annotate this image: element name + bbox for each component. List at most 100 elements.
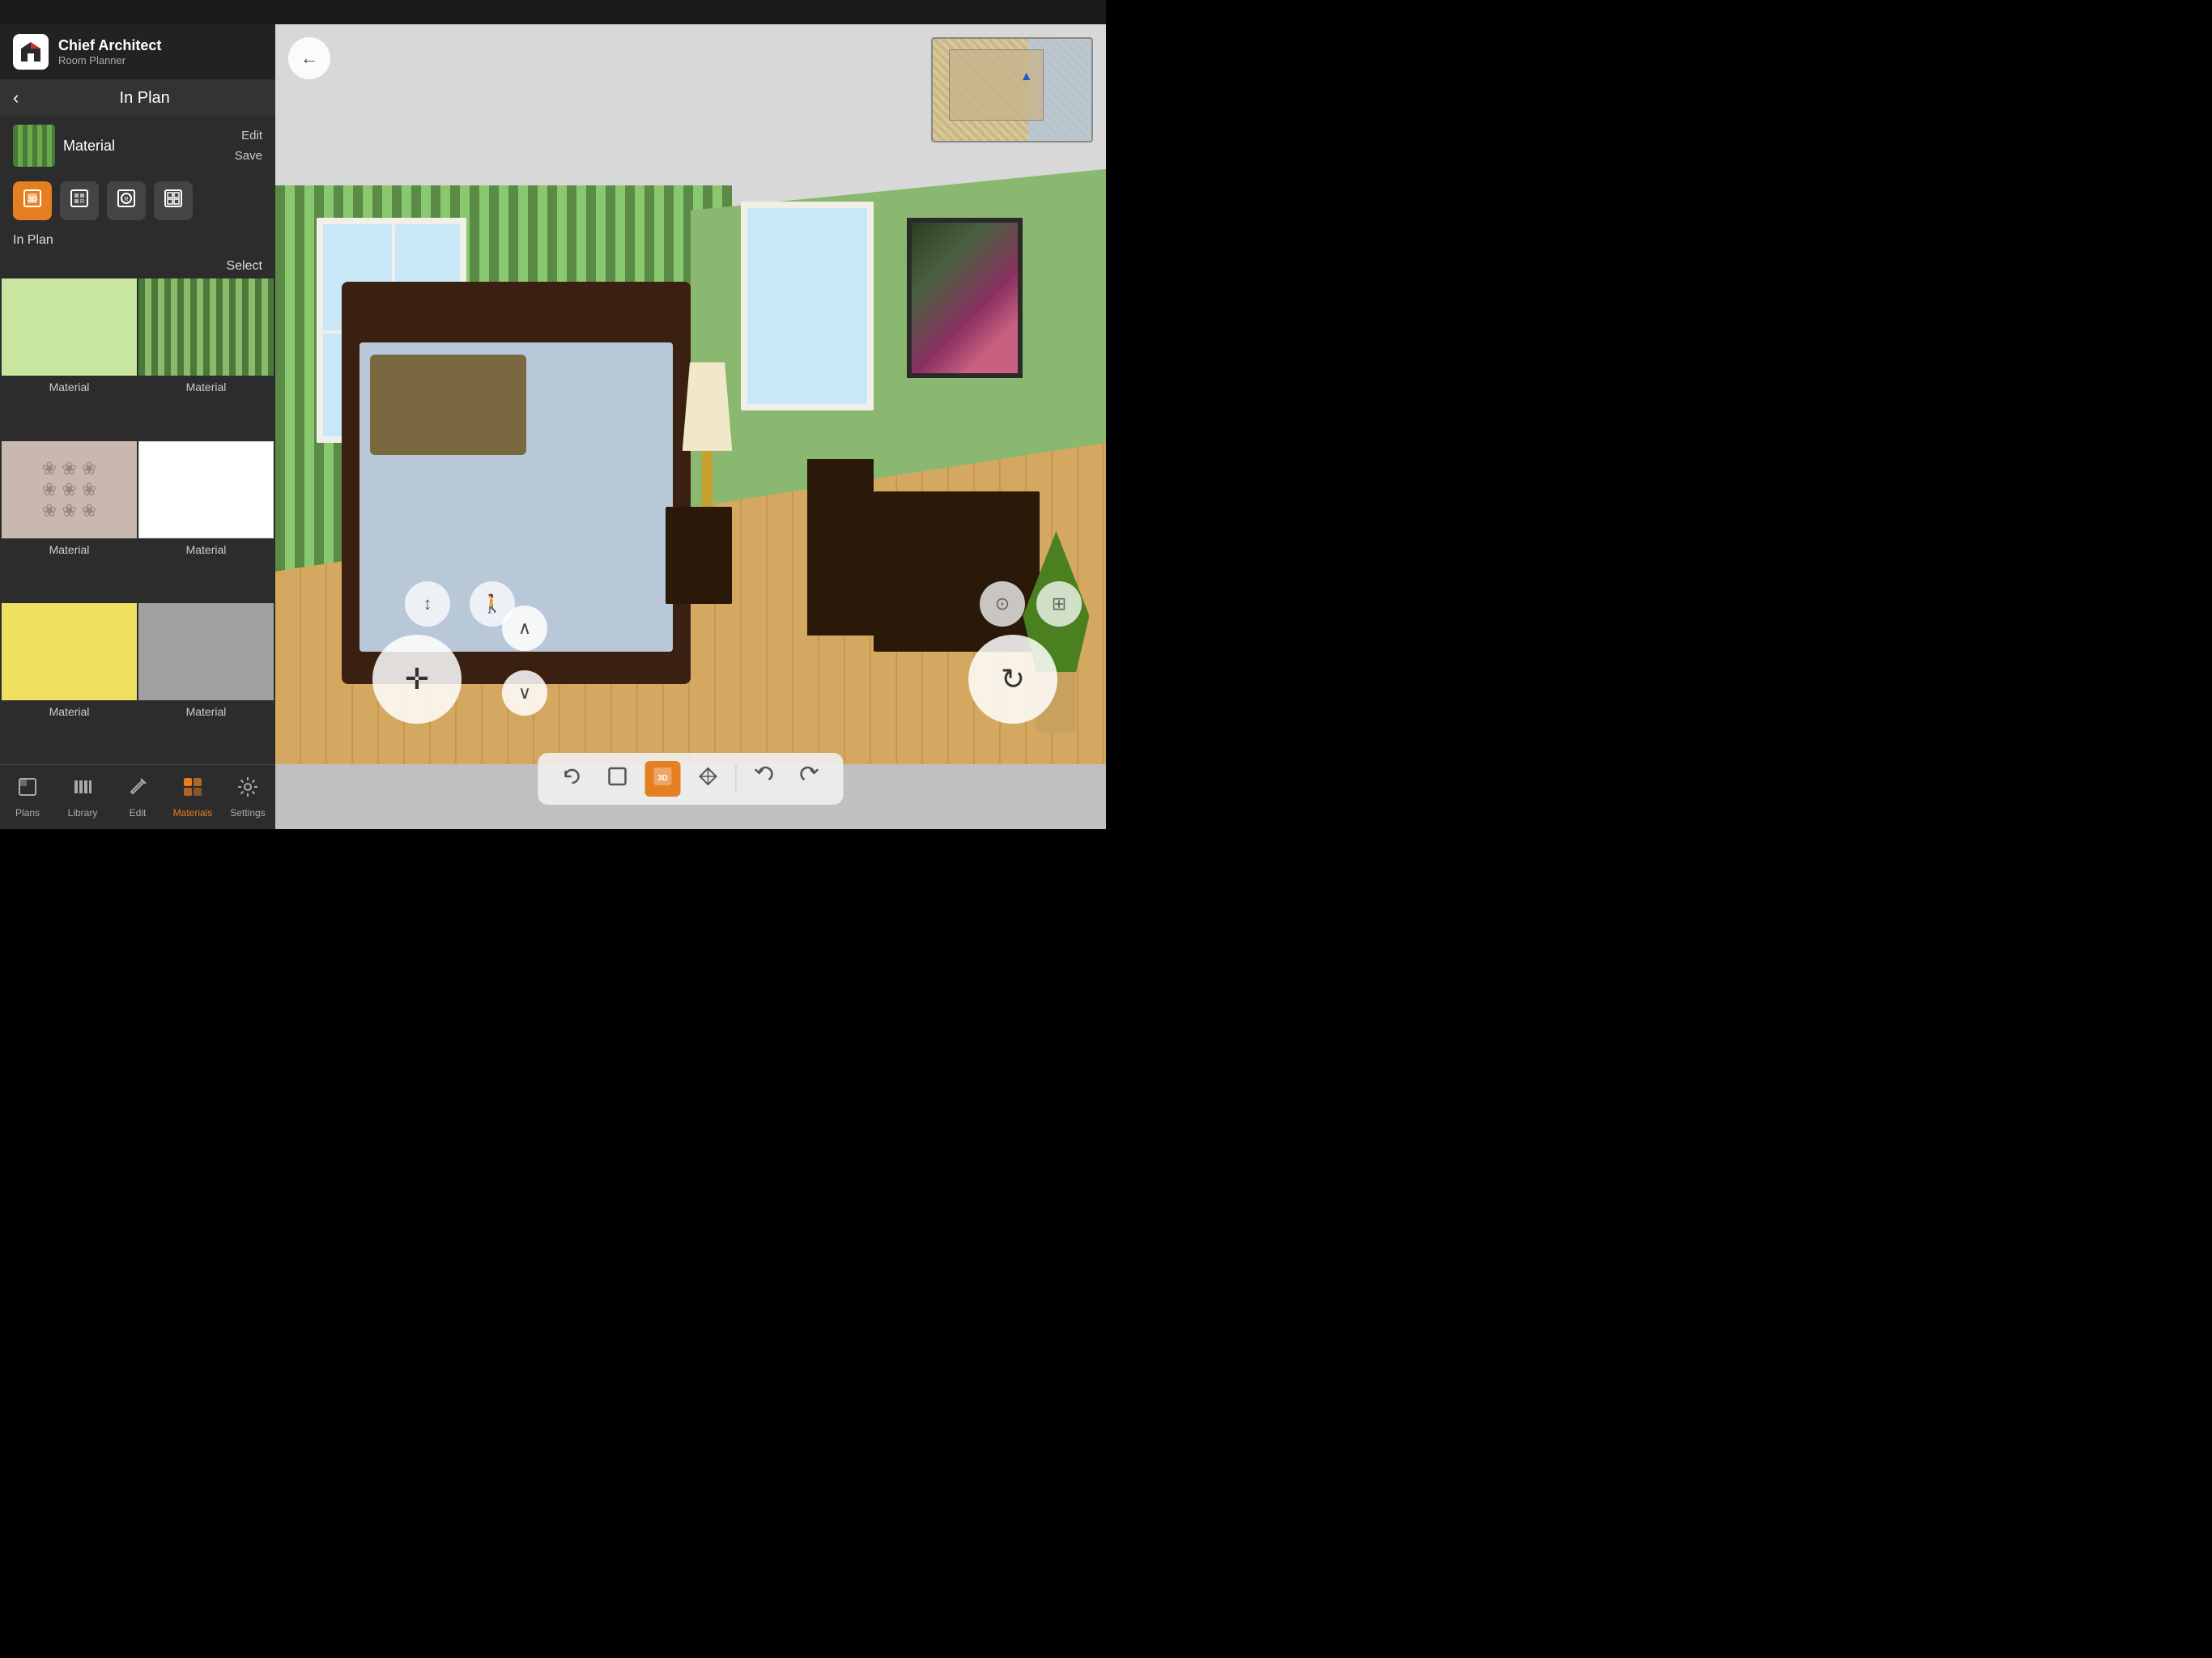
material-item-2[interactable]: Material: [138, 278, 274, 440]
back-icon: ←: [300, 48, 318, 69]
material-actions: Edit Save: [235, 127, 262, 164]
bottom-toolbar: 3D: [538, 753, 844, 805]
select-row: Select: [0, 254, 275, 278]
top-system-bar: [0, 0, 1106, 24]
material-name-2: Material: [186, 376, 227, 398]
panel-back-button[interactable]: ‹: [13, 87, 19, 108]
view3d-alt-icon: [697, 765, 720, 793]
person-control[interactable]: 🚶: [470, 581, 515, 627]
material-swatch-2: [138, 278, 274, 376]
frame-icon: [606, 765, 629, 793]
painting-content: [912, 223, 1019, 374]
main-3d-view[interactable]: ← ▲ ✛ ↻ ∧ ∨ ↕ 🚶 ⊙ ⊞: [275, 24, 1106, 829]
nav-item-materials[interactable]: Materials: [165, 765, 220, 829]
materials-grid: Material Material Material Material Mate…: [0, 278, 275, 764]
view-mode-alt2-btn[interactable]: R: [107, 181, 146, 220]
svg-text:R: R: [124, 197, 128, 202]
material-edit-button[interactable]: Edit: [235, 127, 262, 144]
toolbar-view3d-alt-button[interactable]: [691, 761, 726, 797]
toolbar-frame-button[interactable]: [600, 761, 636, 797]
move-control[interactable]: ✛: [372, 635, 462, 724]
zoom-down-control[interactable]: ∨: [502, 670, 547, 716]
svg-text:3D: 3D: [28, 195, 37, 203]
table-lamp: [683, 362, 733, 523]
nav-item-edit[interactable]: Edit: [110, 765, 165, 829]
view-mode-3d-btn[interactable]: 3D: [13, 181, 52, 220]
toolbar-undo-rotate-button[interactable]: [555, 761, 590, 797]
settings-icon: [236, 776, 259, 804]
material-swatch-1: [2, 278, 137, 376]
view-mode-alt3-btn[interactable]: [154, 181, 193, 220]
nav-label-materials: Materials: [173, 807, 213, 818]
material-item-1[interactable]: Material: [2, 278, 137, 440]
orbit-control[interactable]: ⊙: [980, 581, 1025, 627]
material-name-4: Material: [186, 538, 227, 561]
bed-pillows: [370, 355, 527, 455]
app-title-group: Chief Architect Room Planner: [58, 37, 161, 67]
material-swatch-3: [2, 441, 137, 538]
zoom-up-icon: ∧: [518, 618, 531, 639]
minimap: ▲: [931, 37, 1093, 142]
material-name-1: Material: [49, 376, 90, 398]
app-subtitle: Room Planner: [58, 54, 161, 66]
in-plan-header: ‹ In Plan: [0, 79, 275, 117]
toolbar-redo-button[interactable]: [792, 761, 827, 797]
app-header: Chief Architect Room Planner: [0, 24, 275, 79]
window-right: [741, 202, 874, 410]
person-icon: 🚶: [481, 593, 503, 614]
nav-label-plans: Plans: [15, 807, 40, 818]
camera-control[interactable]: ⊞: [1036, 581, 1082, 627]
view-mode-alt3-icon: [164, 189, 183, 213]
back-button[interactable]: ←: [288, 37, 330, 79]
left-panel: Chief Architect Room Planner ‹ In Plan M…: [0, 24, 275, 829]
wall-painting: [907, 218, 1023, 379]
toolbar-divider: [736, 764, 737, 793]
bottom-navigation: Plans Library Edit: [0, 764, 275, 829]
camera-icon: ⊞: [1052, 593, 1066, 614]
select-button[interactable]: Select: [227, 259, 262, 274]
material-item-5[interactable]: Material: [2, 603, 137, 764]
plans-icon: [16, 776, 39, 804]
desk: [874, 491, 1040, 653]
rotate-control[interactable]: ↻: [968, 635, 1057, 724]
material-save-button[interactable]: Save: [235, 147, 262, 164]
undo-rotate-icon: [561, 765, 584, 793]
undo-icon: [753, 765, 776, 793]
materials-icon: [181, 776, 204, 804]
nav-item-plans[interactable]: Plans: [0, 765, 55, 829]
material-name-3: Material: [49, 538, 90, 561]
nav-item-settings[interactable]: Settings: [220, 765, 275, 829]
material-swatch-5: [2, 603, 137, 700]
material-item-4[interactable]: Material: [138, 441, 274, 602]
material-swatch-4: [138, 441, 274, 538]
view-mode-3d-icon: 3D: [23, 189, 42, 213]
material-name-5: Material: [49, 700, 90, 723]
nav-item-library[interactable]: Library: [55, 765, 110, 829]
view-modes-bar: 3D R R: [0, 175, 275, 227]
nightstand: [666, 507, 732, 603]
lamp-shade: [683, 362, 733, 450]
scale-control[interactable]: ↕: [405, 581, 450, 627]
view3d-icon: 3D: [653, 766, 674, 792]
material-section: Material Edit Save: [0, 117, 275, 175]
material-label: Material: [63, 138, 227, 155]
material-preview-swatch: [13, 125, 55, 167]
view-mode-alt1-icon: R: [70, 189, 89, 213]
minimap-arrow: ▲: [1020, 70, 1033, 84]
toolbar-undo-button[interactable]: [747, 761, 782, 797]
material-swatch-6: [138, 603, 274, 700]
material-item-3[interactable]: Material: [2, 441, 137, 602]
svg-text:3D: 3D: [657, 774, 668, 783]
toolbar-view3d-button[interactable]: 3D: [645, 761, 681, 797]
material-item-6[interactable]: Material: [138, 603, 274, 764]
move-icon: ✛: [405, 662, 429, 696]
minimap-content: ▲: [933, 39, 1091, 141]
zoom-down-icon: ∨: [518, 682, 531, 704]
rotate-icon: ↻: [1001, 662, 1025, 696]
minimap-room-area: [949, 49, 1044, 121]
redo-icon: [798, 765, 821, 793]
chair: [807, 459, 874, 636]
nav-label-edit: Edit: [130, 807, 147, 818]
orbit-icon: ⊙: [995, 593, 1010, 614]
view-mode-alt1-btn[interactable]: R: [60, 181, 99, 220]
